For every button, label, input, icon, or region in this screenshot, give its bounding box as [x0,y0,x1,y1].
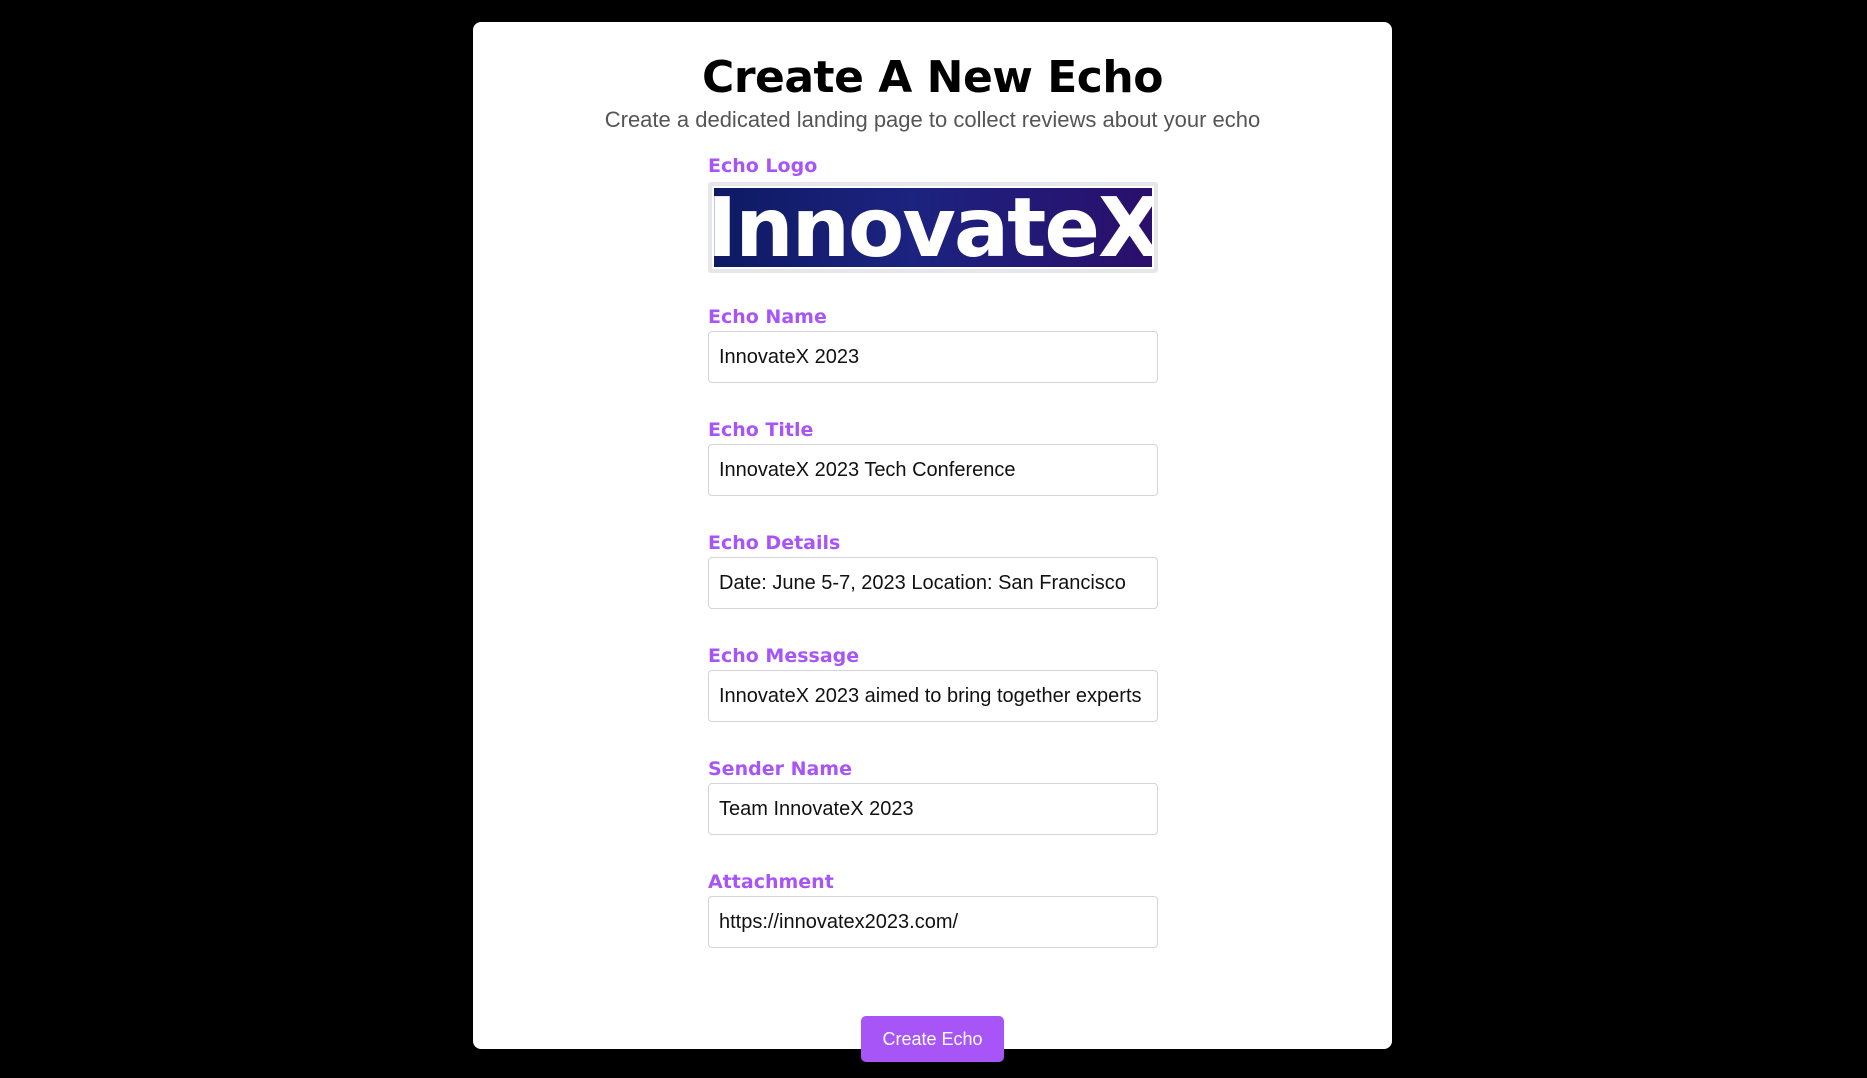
echo-message-input[interactable] [708,670,1158,722]
echo-message-label: Echo Message [708,645,860,667]
echo-name-group: Echo Name [708,303,1158,383]
page-title: Create A New Echo [702,52,1163,103]
create-echo-card: Create A New Echo Create a dedicated lan… [473,22,1392,1062]
sender-name-input[interactable] [708,783,1158,835]
echo-name-input[interactable] [708,331,1158,383]
echo-title-label: Echo Title [708,419,814,441]
echo-details-input[interactable] [708,557,1158,609]
attachment-input[interactable] [708,896,1158,948]
echo-details-group: Echo Details [708,529,1158,609]
echo-name-label: Echo Name [708,306,827,328]
echo-details-label: Echo Details [708,532,841,554]
echo-logo-group: Echo Logo InnovateX [708,152,1158,273]
echo-title-input[interactable] [708,444,1158,496]
attachment-group: Attachment [708,868,1158,948]
echo-logo-wordmark: InnovateX [712,186,1154,269]
echo-logo-preview[interactable]: InnovateX [708,182,1158,273]
echo-logo-label: Echo Logo [708,155,818,177]
echo-logo-image: InnovateX [712,186,1154,269]
submit-row: Create Echo [473,1016,1392,1062]
page-subtitle: Create a dedicated landing page to colle… [604,107,1261,132]
attachment-label: Attachment [708,871,834,893]
create-echo-button[interactable]: Create Echo [861,1016,1004,1062]
create-echo-form: Echo Logo InnovateX Echo Name Echo Title… [708,152,1158,948]
sender-name-group: Sender Name [708,755,1158,835]
sender-name-label: Sender Name [708,758,852,780]
echo-title-group: Echo Title [708,416,1158,496]
echo-message-group: Echo Message [708,642,1158,722]
